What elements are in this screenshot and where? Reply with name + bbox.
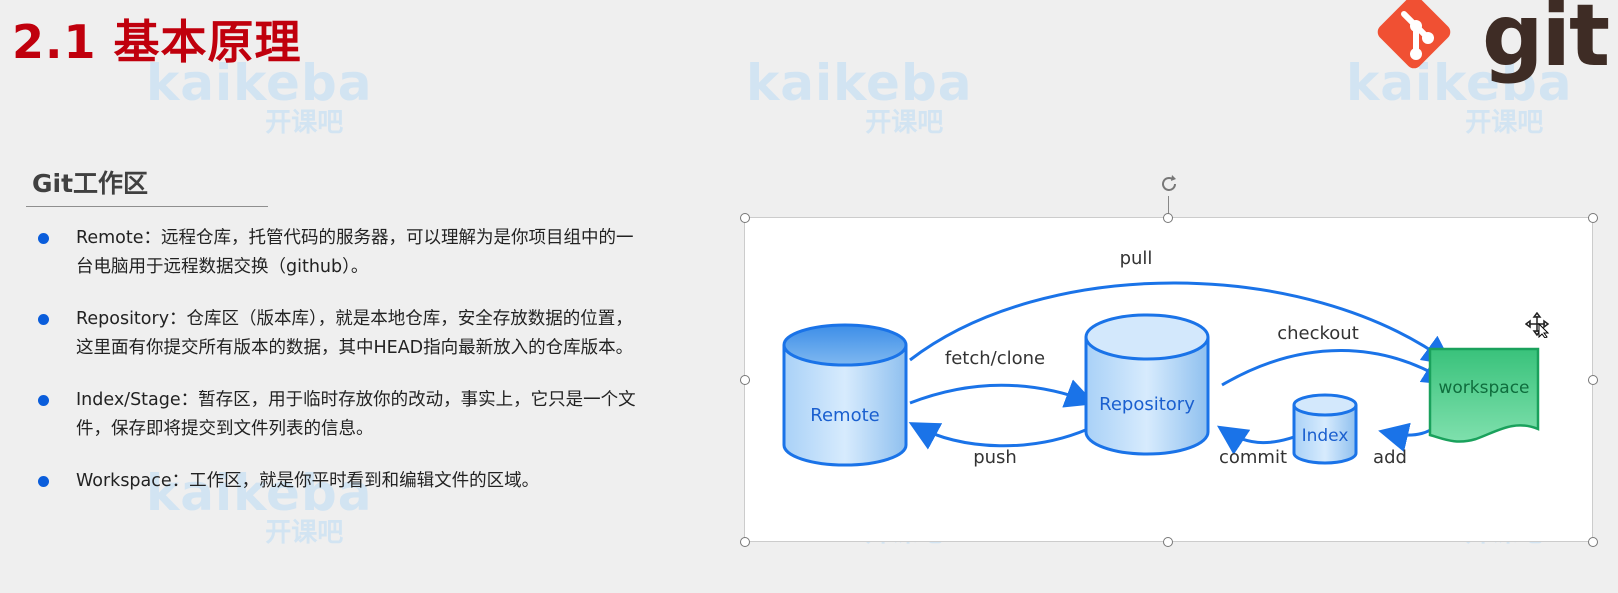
git-branch-icon	[1401, 11, 1434, 60]
add-label: add	[1373, 447, 1407, 468]
resize-handle[interactable]	[1588, 537, 1598, 547]
resize-handle[interactable]	[1163, 213, 1173, 223]
bullet-text: Repository：仓库区（版本库），就是本地仓库，安全存放数据的位置，这里面…	[76, 309, 634, 358]
section-divider	[26, 206, 268, 207]
watermark-cn: 开课吧	[265, 108, 344, 138]
section-heading: Git工作区	[32, 169, 149, 198]
remote-cylinder-icon	[782, 323, 908, 467]
remote-label: Remote	[810, 405, 879, 426]
list-item: Workspace：工作区，就是你平时看到和编辑文件的区域。	[36, 467, 636, 496]
resize-handle[interactable]	[740, 537, 750, 547]
resize-handle[interactable]	[1163, 537, 1173, 547]
resize-handle[interactable]	[740, 375, 750, 385]
git-workflow-diagram[interactable]: Remote Repository Index workspace pull f…	[743, 216, 1594, 543]
watermark-cn: 开课吧	[265, 518, 344, 548]
pull-label: pull	[1120, 248, 1153, 269]
checkout-label: checkout	[1277, 323, 1359, 344]
move-cursor-icon	[1525, 312, 1550, 338]
list-item: Index/Stage：暂存区，用于临时存放你的改动，事实上，它只是一个文件，保…	[36, 386, 636, 444]
index-label: Index	[1302, 426, 1349, 446]
bullet-text: Workspace：工作区，就是你平时看到和编辑文件的区域。	[76, 471, 540, 491]
bullet-icon	[38, 395, 49, 406]
repository-label: Repository	[1099, 394, 1195, 415]
git-logo-word: git	[1482, 0, 1610, 86]
bullet-text: Index/Stage：暂存区，用于临时存放你的改动，事实上，它只是一个文件，保…	[76, 390, 636, 439]
git-logo: git	[1370, 0, 1618, 86]
resize-handle[interactable]	[740, 213, 750, 223]
bullet-text: Remote：远程仓库，托管代码的服务器，可以理解为是你项目组中的一台电脑用于远…	[76, 228, 634, 277]
fetch-clone-label: fetch/clone	[945, 348, 1045, 369]
bullet-icon	[38, 476, 49, 487]
bullet-list: Remote：远程仓库，托管代码的服务器，可以理解为是你项目组中的一台电脑用于远…	[36, 224, 636, 519]
slide-title: 2.1 基本原理	[12, 15, 302, 69]
commit-label: commit	[1219, 447, 1287, 468]
resize-handle[interactable]	[1588, 375, 1598, 385]
watermark: kaikeba 开课吧	[746, 58, 972, 136]
rotate-handle-icon[interactable]	[1157, 172, 1181, 196]
list-item: Repository：仓库区（版本库），就是本地仓库，安全存放数据的位置，这里面…	[36, 305, 636, 363]
bullet-icon	[38, 233, 49, 244]
push-label: push	[973, 447, 1017, 468]
repository-cylinder-icon	[1084, 313, 1210, 456]
watermark-cn: 开课吧	[865, 108, 944, 138]
watermark-brand: kaikeba	[746, 54, 973, 112]
watermark-cn: 开课吧	[1465, 108, 1544, 138]
resize-handle[interactable]	[1588, 213, 1598, 223]
bullet-icon	[38, 314, 49, 325]
list-item: Remote：远程仓库，托管代码的服务器，可以理解为是你项目组中的一台电脑用于远…	[36, 224, 636, 282]
workspace-label: workspace	[1438, 378, 1529, 398]
